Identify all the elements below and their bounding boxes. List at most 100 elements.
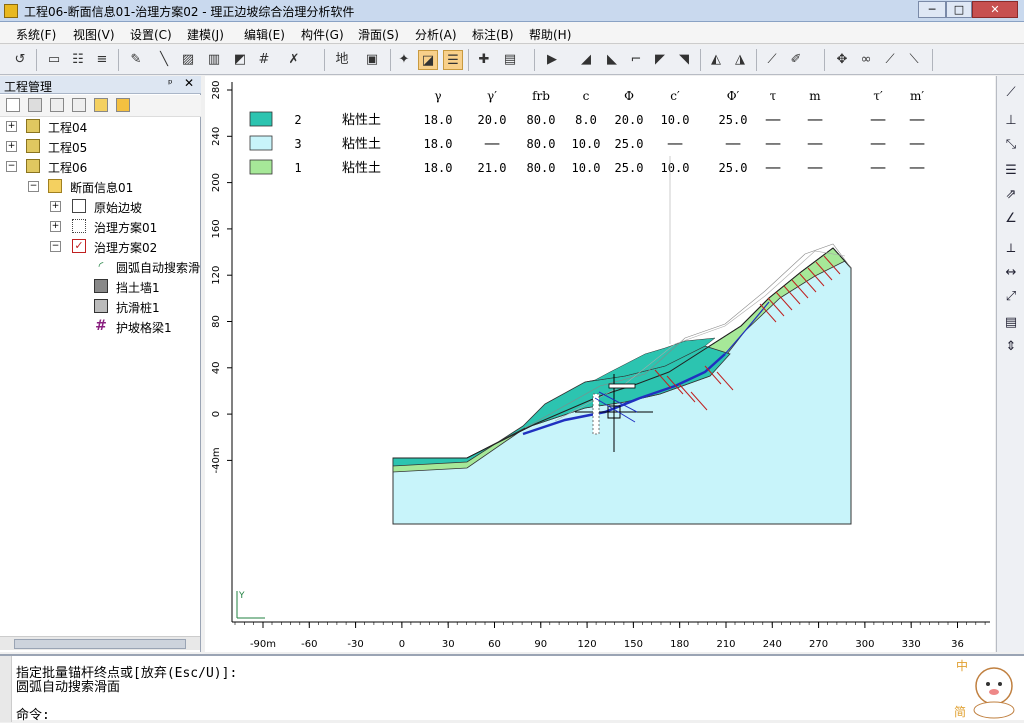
tree-item-arc-search[interactable]: ◜ 圆弧自动搜索滑 xyxy=(0,258,200,276)
x-tick-label: 210 xyxy=(716,639,735,650)
batch-anchor-icon[interactable]: ◪ xyxy=(418,50,438,70)
dim-angle2-icon[interactable]: ∠ xyxy=(1001,210,1021,228)
arc-search-icon: ◜ xyxy=(98,259,104,273)
pile-icon[interactable]: ▥ xyxy=(204,50,224,70)
slope-icon-d[interactable]: ◥ xyxy=(674,50,694,70)
step-icon[interactable]: ⌐ xyxy=(626,50,646,70)
dim-level-icon[interactable]: ⟂ xyxy=(1001,240,1021,258)
grid-beam-icon[interactable]: # xyxy=(254,50,274,70)
y-tick-label: 280 xyxy=(211,80,222,99)
main-toolbar: ↺ ▭ ☷ ≡ ✎ ╲ ▨ ▥ ◩ # ✗ 地 ▣ ✦ ◪ ☰ ✚ ▤ ▶ ◢ … xyxy=(0,45,1024,75)
dim-list-icon[interactable]: ☰ xyxy=(1001,162,1021,180)
list-icon[interactable]: ☰ xyxy=(443,50,463,70)
dim-diag-icon[interactable]: ⤢ xyxy=(1001,288,1021,306)
minimize-button[interactable]: ─ xyxy=(918,1,946,18)
pin-icon[interactable]: ᵖ xyxy=(168,77,173,90)
menu-annotate[interactable]: 标注(B) xyxy=(472,26,514,43)
plus-box-icon[interactable]: + xyxy=(6,121,17,132)
layer-icon[interactable]: ▭ xyxy=(44,50,64,70)
dim-arrow-icon[interactable]: ⇗ xyxy=(1001,186,1021,204)
result-icon-b[interactable]: ◮ xyxy=(730,50,750,70)
dim-text-icon[interactable]: ▤ xyxy=(1001,314,1021,332)
drawing-canvas[interactable]: 280 240 200 160 120 80 40 0 -40m -90m -60 -30 0 30 60… xyxy=(205,76,995,652)
command-window[interactable]: 指定批量锚杆终点或[放弃(Esc/U)]: 圆弧自动搜索滑面 命令: 中 简 xyxy=(0,654,1024,723)
table-icon[interactable]: ☷ xyxy=(68,50,88,70)
dim-slope-icon[interactable]: ⤡ xyxy=(1001,136,1021,154)
tree-item-project05[interactable]: + 工程05 xyxy=(0,138,200,156)
minus-box-icon[interactable]: − xyxy=(28,181,39,192)
pile-icon xyxy=(94,299,108,313)
extend-icon[interactable]: ⟍ xyxy=(904,50,924,70)
wall-icon[interactable]: ◩ xyxy=(230,50,250,70)
minus-box-icon[interactable]: − xyxy=(50,241,61,252)
calc-icon[interactable]: ▤ xyxy=(500,50,520,70)
legend-header: c xyxy=(583,89,590,103)
brush-icon[interactable]: ✎ xyxy=(126,50,146,70)
delete-icon[interactable]: ✗ xyxy=(284,50,304,70)
select-icon[interactable]: ▣ xyxy=(362,50,382,70)
menu-analysis[interactable]: 分析(A) xyxy=(415,26,457,43)
paint-icon[interactable]: ✐ xyxy=(786,50,806,70)
dim-width-icon[interactable]: ↔ xyxy=(1001,264,1021,282)
command-prompt[interactable]: 命令: xyxy=(16,704,50,723)
plus-box-icon[interactable]: + xyxy=(6,141,17,152)
legend-layer-id: 2 xyxy=(294,113,301,127)
legend-value: ── xyxy=(807,113,823,127)
tree-item-plan01[interactable]: + 治理方案01 xyxy=(0,218,200,236)
dim-elev-icon[interactable]: ⇕ xyxy=(1001,338,1021,356)
menu-edit[interactable]: 编辑(E) xyxy=(244,26,285,43)
scrollbar-thumb[interactable] xyxy=(14,639,186,649)
dim-angle-icon[interactable]: ⟋ xyxy=(1001,84,1021,102)
slope-section-drawing[interactable]: 280 240 200 160 120 80 40 0 -40m -90m -60 -30 0 30 60… xyxy=(205,76,995,652)
tree-item-plan02[interactable]: − ✓ 治理方案02 xyxy=(0,238,200,256)
menu-slip-surface[interactable]: 滑面(S) xyxy=(358,26,399,43)
tree-item-grid-beam[interactable]: # 护坡格梁1 xyxy=(0,318,200,336)
hatch-icon[interactable]: ▨ xyxy=(178,50,198,70)
horizontal-scrollbar[interactable] xyxy=(0,636,200,650)
menu-help[interactable]: 帮助(H) xyxy=(529,26,571,43)
insert-icon[interactable]: ✚ xyxy=(474,50,494,70)
filter-icon[interactable]: ≡ xyxy=(92,50,112,70)
new-folder-icon[interactable] xyxy=(116,98,130,112)
minus-box-icon[interactable]: − xyxy=(6,161,17,172)
link-icon[interactable]: ∞ xyxy=(856,50,876,70)
panel-close-icon[interactable]: ✕ xyxy=(184,76,194,90)
delete-file-icon[interactable] xyxy=(28,98,42,112)
legend-value: ── xyxy=(909,113,925,127)
trim-icon[interactable]: ⟋ xyxy=(880,50,900,70)
slope-geometry xyxy=(236,156,852,619)
tree-item-retaining-wall[interactable]: 挡土墙1 xyxy=(0,278,200,296)
legend-layer-id: 1 xyxy=(294,161,301,175)
menu-view[interactable]: 视图(V) xyxy=(73,26,115,43)
legend-value: ── xyxy=(765,113,781,127)
run-icon[interactable]: ▶ xyxy=(542,50,562,70)
menu-modeling[interactable]: 建模(J) xyxy=(187,26,224,43)
terrain-button[interactable]: 地 xyxy=(332,50,352,70)
tree-item-anti-slide-pile[interactable]: 抗滑桩1 xyxy=(0,298,200,316)
maximize-button[interactable]: □ xyxy=(946,1,972,18)
line-icon[interactable]: ╲ xyxy=(154,50,174,70)
slope-icon-a[interactable]: ◢ xyxy=(576,50,596,70)
undo-icon[interactable]: ↺ xyxy=(10,50,30,70)
new-file-icon[interactable] xyxy=(6,98,20,112)
dim-vertical-icon[interactable]: ⊥ xyxy=(1001,112,1021,130)
menu-component[interactable]: 构件(G) xyxy=(301,26,344,43)
result-icon-a[interactable]: ◭ xyxy=(706,50,726,70)
table-view-icon[interactable] xyxy=(50,98,64,112)
tree-item-original-slope[interactable]: + 原始边坡 xyxy=(0,198,200,216)
slope-icon-b[interactable]: ◣ xyxy=(602,50,622,70)
chart-view-icon[interactable] xyxy=(72,98,86,112)
open-folder-icon[interactable] xyxy=(94,98,108,112)
menu-settings[interactable]: 设置(C) xyxy=(130,26,172,43)
tree-item-project06[interactable]: − 工程06 xyxy=(0,158,200,176)
plus-box-icon[interactable]: + xyxy=(50,201,61,212)
tree-item-section01[interactable]: − 断面信息01 xyxy=(0,178,200,196)
move-icon[interactable]: ✥ xyxy=(832,50,852,70)
close-button[interactable]: ✕ xyxy=(972,1,1018,18)
plus-box-icon[interactable]: + xyxy=(50,221,61,232)
slope-icon-c[interactable]: ◤ xyxy=(650,50,670,70)
menu-system[interactable]: 系统(F) xyxy=(16,26,56,43)
tree-item-project04[interactable]: + 工程04 xyxy=(0,118,200,136)
dimension-icon[interactable]: ⟋ xyxy=(762,50,782,70)
anchor-icon[interactable]: ✦ xyxy=(394,50,414,70)
